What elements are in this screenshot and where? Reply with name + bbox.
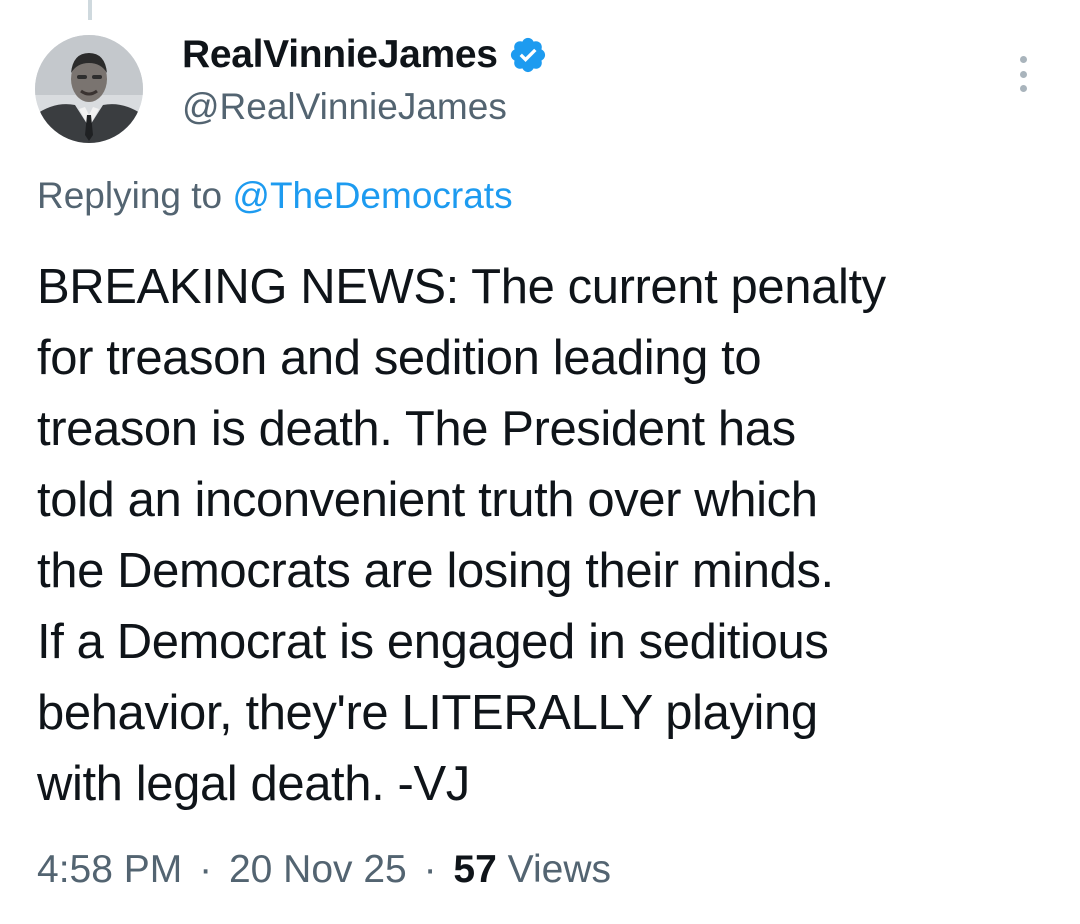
- tweet-text-line: for treason and sedition leading to: [37, 331, 762, 385]
- tweet-text-line: with legal death. -VJ: [37, 757, 470, 811]
- views-count[interactable]: 57: [453, 848, 496, 891]
- tweet-text-line: If a Democrat is engaged in seditious: [37, 615, 829, 669]
- tweet-text: BREAKING NEWS: The current penalty for t…: [37, 252, 1047, 820]
- tweet-meta: 4:58 PM · 20 Nov 25 · 57 Views: [37, 848, 611, 892]
- more-options-icon-dot: [1019, 85, 1027, 92]
- author-handle[interactable]: @RealVinnieJames: [182, 86, 507, 128]
- views-label: Views: [507, 848, 611, 891]
- avatar[interactable]: [35, 35, 143, 143]
- author-display-name[interactable]: RealVinnieJames: [182, 33, 498, 77]
- more-options-button[interactable]: [1006, 52, 1040, 96]
- meta-separator: ·: [423, 848, 437, 891]
- tweet-text-line: the Democrats are losing their minds.: [37, 544, 834, 598]
- tweet-time[interactable]: 4:58 PM: [37, 848, 182, 891]
- replying-to-line: Replying to @TheDemocrats: [37, 175, 513, 217]
- tweet-text-line: told an inconvenient truth over which: [37, 473, 818, 527]
- meta-separator: ·: [199, 848, 213, 891]
- more-options-icon-dot: [1019, 70, 1027, 78]
- verified-badge-icon: [508, 35, 548, 75]
- avatar-image: [35, 35, 143, 143]
- reply-mention-link[interactable]: @TheDemocrats: [232, 175, 512, 216]
- author-name-row: RealVinnieJames: [182, 30, 548, 80]
- tweet-date[interactable]: 20 Nov 25: [229, 848, 407, 891]
- tweet-text-line: BREAKING NEWS: The current penalty: [37, 260, 886, 314]
- more-options-icon: [1019, 56, 1027, 63]
- tweet-text-line: behavior, they're LITERALLY playing: [37, 686, 818, 740]
- replying-to-label: Replying to: [37, 175, 223, 216]
- thread-connector-line: [88, 0, 92, 20]
- tweet-text-line: treason is death. The President has: [37, 402, 796, 456]
